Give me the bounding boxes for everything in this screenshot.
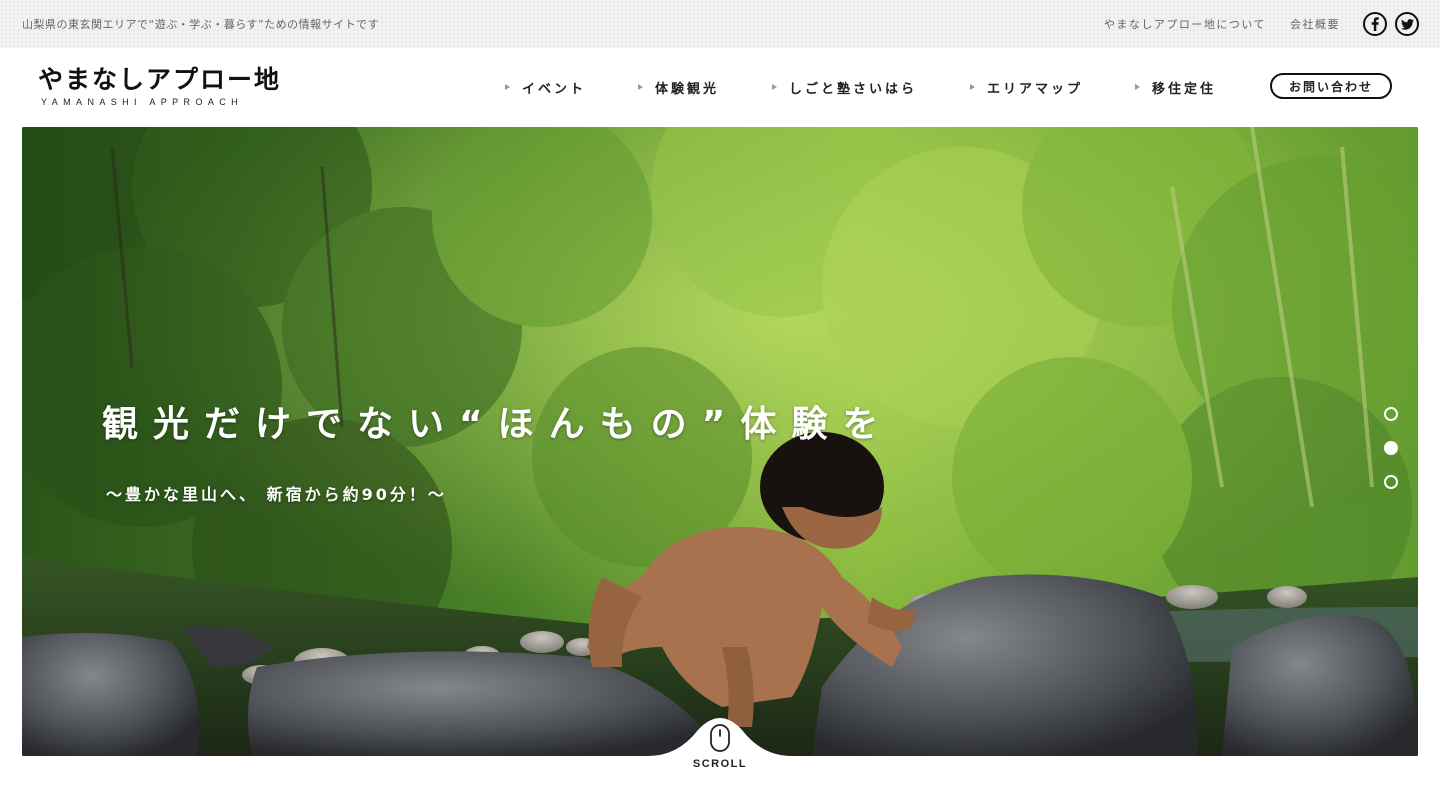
nav-item-experience[interactable]: 体験観光 bbox=[638, 78, 720, 97]
twitter-icon[interactable] bbox=[1395, 12, 1419, 36]
slide-indicator-2-active[interactable] bbox=[1384, 441, 1398, 455]
nav-label: イベント bbox=[522, 81, 587, 97]
nav-arrow-icon bbox=[505, 84, 510, 90]
nav-arrow-icon bbox=[1135, 84, 1140, 90]
nav-arrow-icon bbox=[638, 84, 643, 90]
nav-item-event[interactable]: イベント bbox=[505, 78, 587, 97]
top-bar: 山梨県の東玄関エリアで“遊ぶ・学ぶ・暮らす”ための情報サイトです やまなしアプロ… bbox=[0, 0, 1440, 48]
slide-indicator-1[interactable] bbox=[1384, 407, 1398, 421]
site-logo-subtitle: YAMANASHI APPROACH bbox=[41, 97, 244, 107]
company-link[interactable]: 会社概要 bbox=[1290, 16, 1340, 32]
nav-item-area-map[interactable]: エリアマップ bbox=[970, 78, 1084, 97]
nav-arrow-icon bbox=[772, 84, 777, 90]
hero-subtitle: 〜豊かな里山へ、 新宿から約90分！〜 bbox=[106, 485, 447, 504]
nav-label: エリアマップ bbox=[987, 81, 1084, 97]
nav-label: 体験観光 bbox=[655, 81, 720, 97]
slide-indicator-3[interactable] bbox=[1384, 475, 1398, 489]
scroll-label: SCROLL bbox=[692, 758, 748, 770]
nav-label: しごと塾さいはら bbox=[789, 81, 918, 97]
nav-label: 移住定住 bbox=[1152, 81, 1217, 97]
contact-button[interactable]: お問い合わせ bbox=[1270, 73, 1392, 99]
nav-arrow-icon bbox=[970, 84, 975, 90]
hero-slider: 観光だけでない“ほんもの”体験を 〜豊かな里山へ、 新宿から約90分！〜 bbox=[22, 127, 1418, 756]
site-logo[interactable]: やまなしアプロー地 bbox=[38, 60, 281, 96]
facebook-icon[interactable] bbox=[1363, 12, 1387, 36]
hero-title: 観光だけでない“ほんもの”体験を bbox=[102, 404, 894, 445]
nav-item-relocation[interactable]: 移住定住 bbox=[1135, 78, 1217, 97]
nav-item-shigoto-juku[interactable]: しごと塾さいはら bbox=[772, 78, 918, 97]
top-links: やまなしアプロー地について 会社概要 bbox=[1104, 16, 1340, 32]
site-tagline: 山梨県の東玄関エリアで“遊ぶ・学ぶ・暮らす”ための情報サイトです bbox=[22, 18, 380, 31]
about-link[interactable]: やまなしアプロー地について bbox=[1104, 16, 1266, 32]
